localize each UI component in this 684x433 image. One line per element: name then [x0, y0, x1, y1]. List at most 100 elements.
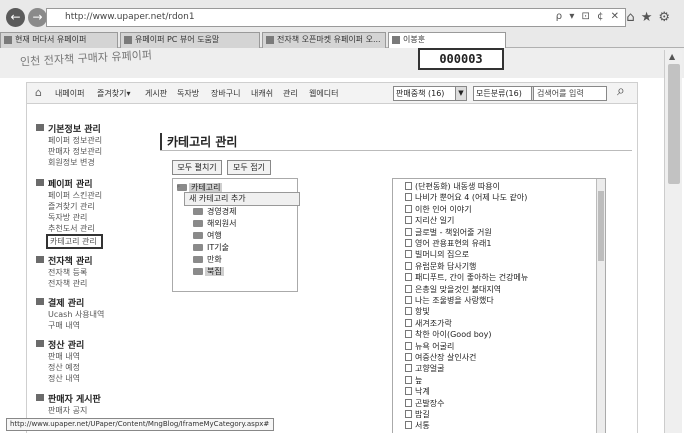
books-on-sale-select[interactable]: 판매중책 (16) ▼: [393, 86, 467, 101]
sidebar-item[interactable]: 전자책 관리: [34, 278, 93, 289]
sidebar-item[interactable]: 페이퍼 스킨관리: [34, 190, 103, 201]
sidebar-item[interactable]: 전자책 등록: [34, 267, 93, 278]
address-controls[interactable]: ρ ▾ ⊡ ¢ ✕: [556, 11, 621, 22]
tree-node[interactable]: IT기술: [193, 242, 231, 253]
list-item[interactable]: 나비가 뿐어요 4 (어제 나도 같아): [405, 192, 527, 203]
sidebar-item[interactable]: Ucash 사용내역: [34, 309, 104, 320]
menu-item-manage[interactable]: 관리: [283, 88, 298, 99]
scrollbar-thumb[interactable]: [598, 191, 604, 261]
folder-icon: [193, 232, 203, 239]
list-item-label: 착한 아이(Good boy): [415, 330, 492, 340]
list-item[interactable]: 글로벌 - 책읽어줄 거원: [405, 227, 492, 238]
scrollbar-thumb[interactable]: [668, 64, 680, 184]
tree-node[interactable]: 해외원서: [193, 218, 238, 229]
list-item[interactable]: 새겨조가락: [405, 318, 452, 329]
section-title[interactable]: 기본정보 관리: [34, 122, 102, 135]
list-item[interactable]: 밥길: [405, 409, 430, 420]
list-item[interactable]: 뉴욕 어굴리: [405, 341, 454, 352]
gear-icon[interactable]: ⚙: [658, 10, 676, 25]
list-item-label: (단편동화) 내동생 따용이: [415, 182, 500, 191]
sidebar-item[interactable]: 판매자 공지: [34, 405, 101, 416]
sidebar-item[interactable]: 판매 내역: [34, 351, 84, 362]
divider: [160, 150, 632, 151]
home-icon[interactable]: ⌂: [35, 86, 42, 99]
document-icon: [405, 273, 412, 282]
ebook-list: (단편동화) 내동생 따용이나비가 뿐어요 4 (어제 나도 같아) 이한 인어 …: [392, 178, 606, 433]
add-category-menu-item[interactable]: 새 카테고리 추가: [184, 192, 300, 206]
back-button[interactable]: ←: [6, 8, 25, 27]
sidebar-section-payment: 결제 관리 Ucash 사용내역 구매 내역: [34, 296, 104, 331]
list-item[interactable]: 고향얼굴: [405, 363, 444, 374]
sidebar-item[interactable]: 정산 예정: [34, 362, 84, 373]
sidebar-item-category-manage[interactable]: 카테고리 관리: [46, 234, 103, 249]
search-input[interactable]: 검색어를 입력: [533, 86, 607, 101]
page-scrollbar[interactable]: ▲: [664, 50, 682, 433]
list-item[interactable]: 서통: [405, 420, 430, 431]
collapse-icon[interactable]: ▸: [177, 182, 181, 190]
menu-item-web-editor[interactable]: 웹에디터: [309, 88, 338, 99]
list-item-label: 나비가 뿐어요 4 (어제 나도 같아): [415, 193, 528, 203]
menu-item-cart[interactable]: 장바구니: [211, 88, 240, 99]
list-item[interactable]: 곤발장수: [405, 398, 444, 409]
address-bar[interactable]: http://www.upaper.net/rdon1 ρ ▾ ⊡ ¢ ✕: [46, 8, 626, 27]
tab-4-active[interactable]: 이봉훈: [388, 32, 506, 48]
sidebar-item[interactable]: 독자방 관리: [34, 212, 103, 223]
sidebar-item[interactable]: 판매자 정보관리: [34, 146, 102, 157]
section-title[interactable]: 전자책 관리: [34, 254, 93, 267]
address-url: http://www.upaper.net/rdon1: [65, 12, 195, 22]
list-item[interactable]: 늪: [405, 375, 422, 386]
list-item[interactable]: 패디푸트, 간이 좋아하는 건강메뉴: [405, 272, 528, 283]
list-item[interactable]: 은총일 맞을것인 불대지역: [405, 284, 501, 295]
list-item-label: 은총일 맞을것인 불대지역: [415, 284, 502, 294]
sidebar-item[interactable]: 추천도서 관리: [34, 223, 103, 234]
tab-label: 유페이퍼 PC 뷰어 도움말: [135, 35, 220, 44]
list-item[interactable]: 지리산 일기: [405, 215, 454, 226]
list-item[interactable]: 나는 조울병을 사랑했다: [405, 295, 494, 306]
home-icon[interactable]: ⌂: [626, 10, 640, 25]
tree-label: 카테고리: [189, 183, 223, 192]
list-scrollbar[interactable]: [596, 179, 605, 433]
list-item[interactable]: 영어 관용표현의 유래1: [405, 238, 491, 249]
list-item[interactable]: 유럽문화 답사기행: [405, 261, 476, 272]
section-title[interactable]: 정산 관리: [34, 338, 84, 351]
list-item[interactable]: 낙계: [405, 386, 430, 397]
menu-item-mycash[interactable]: 내캐쉬: [251, 88, 273, 99]
sidebar-item[interactable]: 회원정보 변경: [34, 157, 102, 168]
forward-button[interactable]: →: [28, 8, 47, 27]
list-item-label: 패디푸트, 간이 좋아하는 건강메뉴: [415, 273, 529, 283]
sidebar-item[interactable]: 구매 내역: [34, 320, 104, 331]
search-icon[interactable]: ⌕: [617, 83, 625, 99]
list-item[interactable]: 빌머니의 집으로: [405, 249, 469, 260]
favicon-icon: [392, 36, 400, 44]
tree-label: 만화: [207, 255, 222, 264]
section-title[interactable]: 판매자 게시판: [34, 392, 101, 405]
menu-item-mypaper[interactable]: 내페이퍼: [55, 88, 84, 99]
tab-2[interactable]: 유페이퍼 PC 뷰어 도움말: [120, 32, 260, 48]
list-item[interactable]: 항빛: [405, 306, 430, 317]
tree-node[interactable]: 경영경제: [193, 206, 238, 217]
tab-3[interactable]: 전자책 오픈마켓 유페이퍼 오...: [262, 32, 386, 48]
star-icon[interactable]: ★: [641, 10, 659, 25]
list-item[interactable]: (단편동화) 내동생 따용이: [405, 181, 500, 192]
list-item[interactable]: 착한 아이(Good boy): [405, 329, 492, 340]
toolbar-icons: ⌂★⚙: [626, 10, 676, 25]
collapse-all-button[interactable]: 모두 접기: [227, 160, 271, 175]
list-item[interactable]: 이한 인어 이야기: [405, 204, 472, 215]
menu-item-board[interactable]: 게시판: [145, 88, 167, 99]
list-item[interactable]: 여중산장 살인사건: [405, 352, 476, 363]
expand-all-button[interactable]: 모두 펼치기: [172, 160, 222, 175]
menu-item-favorites[interactable]: 즐겨찾기▾: [97, 88, 130, 99]
section-title[interactable]: 결제 관리: [34, 296, 104, 309]
tree-node[interactable]: 만화: [193, 254, 224, 265]
tree-node[interactable]: 여행: [193, 230, 224, 241]
browser-chrome: ← → http://www.upaper.net/rdon1 ρ ▾ ⊡ ¢ …: [0, 0, 684, 48]
sidebar-item[interactable]: 페이퍼 정보관리: [34, 135, 102, 146]
tab-label: 현재 머다서 유페이퍼: [15, 35, 87, 44]
section-title[interactable]: 페이퍼 관리: [34, 177, 103, 190]
scroll-up-icon[interactable]: ▲: [669, 52, 675, 61]
tree-node-selected[interactable]: 북집: [193, 266, 224, 277]
sidebar-item[interactable]: 즐겨찾기 관리: [34, 201, 103, 212]
tab-1[interactable]: 현재 머다서 유페이퍼: [0, 32, 118, 48]
menu-item-reader-room[interactable]: 독자방: [177, 88, 199, 99]
sidebar-item[interactable]: 정산 내역: [34, 373, 84, 384]
